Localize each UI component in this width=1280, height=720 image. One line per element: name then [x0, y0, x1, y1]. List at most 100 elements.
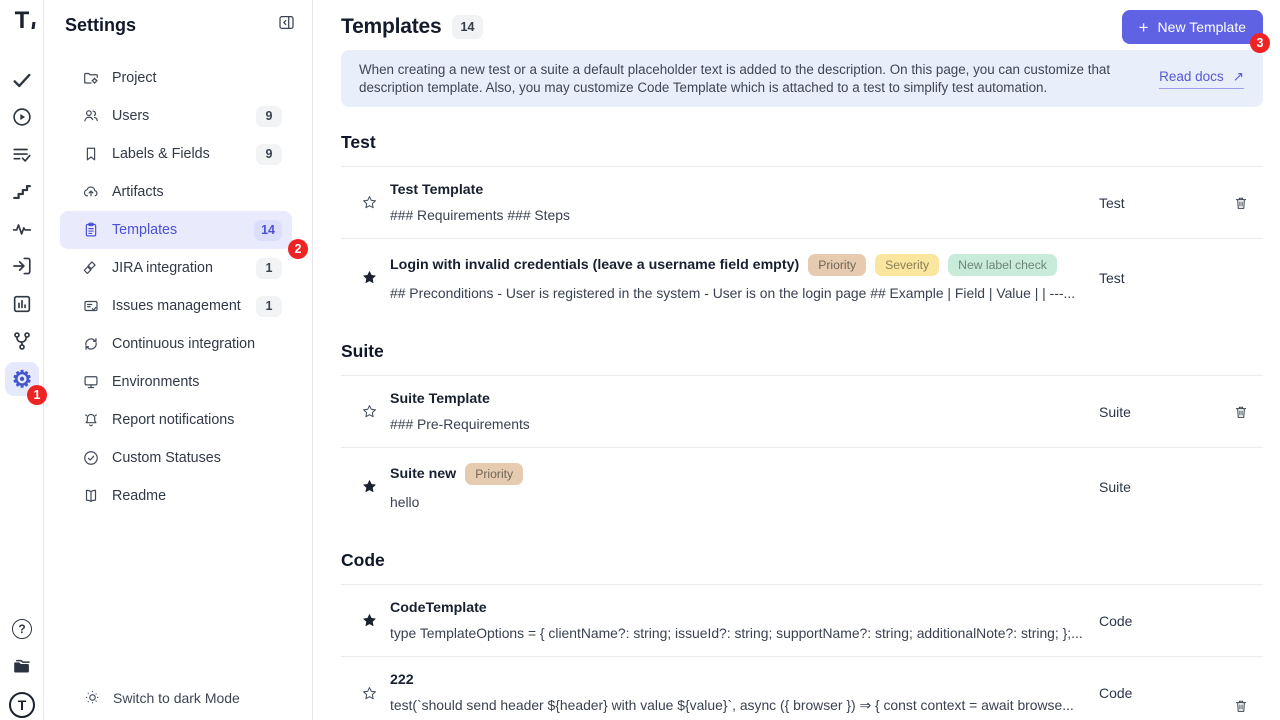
read-docs-link[interactable]: Read docs ↗: [1159, 69, 1244, 89]
plus-icon: +: [1139, 19, 1149, 36]
issue-card-icon: [82, 297, 100, 315]
template-row: Test Template ### Requirements ### Steps…: [341, 167, 1263, 238]
sidebar-item-labels-fields[interactable]: Labels & Fields 9: [60, 135, 292, 173]
count-badge: 9: [256, 144, 282, 165]
sidebar-item-issues-management[interactable]: Issues management 1: [60, 287, 292, 325]
section-title: Test: [341, 107, 1263, 166]
new-template-button[interactable]: + New Template 3: [1122, 10, 1263, 44]
star-toggle[interactable]: [341, 403, 390, 420]
templates-notification-badge: 2: [288, 239, 308, 259]
sidebar-item-readme[interactable]: Readme: [60, 477, 292, 515]
sun-icon: [83, 688, 102, 707]
reports-chart-icon[interactable]: [11, 293, 33, 315]
steps-icon[interactable]: [11, 181, 33, 203]
book-icon: [82, 487, 100, 505]
template-row: Login with invalid credentials (leave a …: [341, 239, 1263, 316]
label-badge: New label check: [948, 254, 1057, 276]
dark-mode-toggle[interactable]: Switch to dark Mode: [44, 688, 312, 720]
tests-check-icon[interactable]: [11, 69, 33, 91]
collapse-panel-icon[interactable]: [277, 13, 296, 37]
icon-rail: T ⚙ 1 ? T: [0, 0, 44, 720]
template-type: Test: [1099, 270, 1219, 286]
sidebar-item-users[interactable]: Users 9: [60, 97, 292, 135]
template-type: Suite: [1099, 404, 1219, 420]
delete-template-button[interactable]: [1219, 672, 1263, 714]
star-toggle[interactable]: [341, 685, 390, 702]
pulse-analytics-icon[interactable]: [11, 218, 33, 240]
section-test: Test Test Template ### Requirements ### …: [341, 107, 1263, 316]
section-title: Suite: [341, 316, 1263, 375]
sidebar-item-project[interactable]: Project: [60, 59, 292, 97]
sidebar-menu: Project Users 9 Labels & Fields 9 Artifa…: [44, 59, 312, 515]
template-title: Suite Template: [390, 391, 490, 407]
template-row: Suite Template ### Pre-Requirements Suit…: [341, 376, 1263, 447]
template-description: test(`should send header ${header} with …: [390, 697, 1085, 714]
template-title: CodeTemplate: [390, 600, 487, 616]
info-banner: When creating a new test or a suite a de…: [341, 50, 1263, 107]
sidebar-item-custom-statuses[interactable]: Custom Statuses: [60, 439, 292, 477]
section-code: Code CodeTemplate type TemplateOptions =…: [341, 525, 1263, 720]
sidebar-item-environments[interactable]: Environments: [60, 363, 292, 401]
run-play-icon[interactable]: [11, 106, 33, 128]
clipboard-icon: [82, 221, 100, 239]
delete-template-button[interactable]: [1219, 195, 1263, 211]
template-title: 222: [390, 672, 414, 688]
label-badge: Severity: [875, 254, 939, 276]
sidebar-item-templates[interactable]: Templates 14 2: [60, 211, 292, 249]
jira-icon: [82, 259, 100, 277]
template-row: 222 test(`should send header ${header} w…: [341, 657, 1263, 720]
label-badge: Priority: [465, 463, 523, 485]
templates-count-badge: 14: [452, 15, 484, 39]
external-link-arrow-icon: ↗: [1233, 69, 1244, 85]
banner-text: When creating a new test or a suite a de…: [359, 61, 1133, 96]
bottom-logo-icon[interactable]: T: [9, 692, 35, 718]
check-circle-icon: [82, 449, 100, 467]
star-toggle[interactable]: [341, 269, 390, 286]
template-type: Test: [1099, 195, 1219, 211]
folder-gear-icon: [82, 69, 100, 87]
projects-folder-icon[interactable]: [11, 656, 33, 678]
count-badge: 14: [254, 220, 282, 241]
trash-icon: [1233, 195, 1249, 211]
ci-loop-icon: [82, 335, 100, 353]
template-row: Suite new Priority hello Suite: [341, 448, 1263, 525]
cloud-upload-icon: [82, 183, 100, 201]
trash-icon: [1233, 698, 1249, 714]
sidebar-item-continuous-integration[interactable]: Continuous integration: [60, 325, 292, 363]
sidebar-item-jira-integration[interactable]: JIRA integration 1: [60, 249, 292, 287]
template-row: CodeTemplate type TemplateOptions = { cl…: [341, 585, 1263, 656]
template-title: Suite new: [390, 466, 456, 482]
template-title: Test Template: [390, 182, 483, 198]
template-description: ### Requirements ### Steps: [390, 207, 1085, 223]
sidebar-item-report-notifications[interactable]: Report notifications: [60, 401, 292, 439]
delete-template-button[interactable]: [1219, 404, 1263, 420]
template-type: Code: [1099, 685, 1219, 701]
settings-sidebar: Settings Project Users 9 Labels & Fields…: [44, 0, 313, 720]
trash-icon: [1233, 404, 1249, 420]
sidebar-item-artifacts[interactable]: Artifacts: [60, 173, 292, 211]
new-template-notification-badge: 3: [1250, 33, 1270, 53]
branch-icon[interactable]: [11, 330, 33, 352]
import-icon[interactable]: [11, 255, 33, 277]
section-title: Code: [341, 525, 1263, 584]
star-toggle[interactable]: [341, 612, 390, 629]
page-title: Templates: [341, 15, 442, 39]
count-badge: 1: [256, 296, 282, 317]
runs-list-icon[interactable]: [11, 144, 33, 166]
main-content: Templates 14 + New Template 3 When creat…: [313, 0, 1280, 720]
template-description: type TemplateOptions = { clientName?: st…: [390, 625, 1085, 641]
count-badge: 1: [256, 258, 282, 279]
app-logo[interactable]: T: [11, 10, 33, 32]
help-icon[interactable]: ?: [11, 618, 33, 640]
monitor-icon: [82, 373, 100, 391]
template-title: Login with invalid credentials (leave a …: [390, 257, 799, 273]
template-description: ### Pre-Requirements: [390, 416, 1085, 432]
template-description: ## Preconditions - User is registered in…: [390, 285, 1085, 301]
star-toggle[interactable]: [341, 478, 390, 495]
template-type: Suite: [1099, 479, 1219, 495]
dark-mode-label: Switch to dark Mode: [113, 690, 240, 706]
section-suite: Suite Suite Template ### Pre-Requirement…: [341, 316, 1263, 525]
sidebar-title: Settings: [65, 15, 136, 36]
template-description: hello: [390, 494, 1085, 510]
star-toggle[interactable]: [341, 194, 390, 211]
